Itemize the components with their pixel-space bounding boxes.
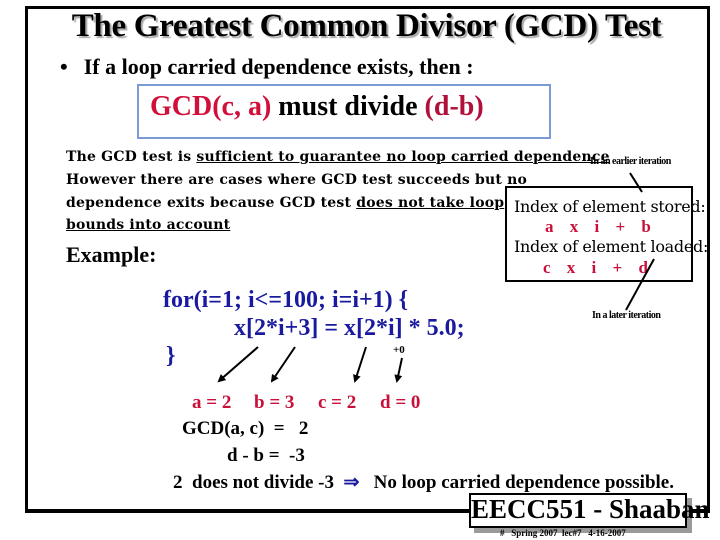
difference-result: d - b = -3: [227, 445, 305, 466]
value-b: b = 3: [254, 392, 295, 413]
gcd-rule-rhs: (d-b): [424, 91, 484, 122]
conclusion-line: 2 does not divide -3 ⇒ No loop carried d…: [173, 471, 674, 494]
value-d: d = 0: [380, 392, 421, 413]
footer-title: EECC551 - Shaaban: [471, 494, 710, 524]
gcd-rule-verb: must divide: [271, 91, 425, 122]
value-c: c = 2: [318, 392, 357, 413]
paragraph-text: The GCD test is: [66, 149, 197, 165]
conclusion-text: No loop carried dependence possible.: [359, 472, 674, 493]
plus-zero-label: +0: [393, 344, 405, 356]
bullet-text: If a loop carried dependence exists, the…: [83, 54, 474, 79]
loaded-index-expr: c x i + d: [543, 258, 654, 277]
bullet-icon: •: [60, 54, 68, 79]
code-line-3: }: [166, 343, 176, 369]
loaded-index-label: Index of element loaded:: [514, 237, 709, 256]
code-line-1: for(i=1; i<=100; i=i+1) {: [163, 287, 409, 313]
paragraph-line-3: dependence exits because GCD test does n…: [66, 195, 504, 211]
slide-title: The Greatest Common Divisor (GCD) Test: [71, 8, 662, 44]
gcd-rule-lhs: GCD(c, a): [150, 91, 272, 122]
paragraph-text: dependence exits because GCD test: [66, 195, 357, 211]
bullet-point: • If a loop carried dependence exists, th…: [60, 54, 474, 80]
paragraph-line-1: The GCD test is sufficient to guarantee …: [66, 149, 610, 165]
stored-index-expr: a x i + b: [545, 217, 657, 236]
stored-index-label: Index of element stored:: [514, 197, 706, 216]
example-heading: Example:: [66, 242, 157, 267]
gcd-result: GCD(a, c) = 2: [182, 418, 309, 439]
value-a: a = 2: [192, 392, 232, 413]
gcd-rule: GCD(c, a) must divide (d-b): [150, 91, 484, 123]
implies-arrow-icon: ⇒: [343, 472, 360, 493]
paragraph-line-4: bounds into account: [66, 217, 231, 233]
earlier-iteration-label: In an earlier iteration: [590, 156, 671, 167]
paragraph-underlined: sufficient to guarantee no loop carried …: [196, 149, 610, 165]
later-iteration-label: In a later iteration: [592, 310, 661, 321]
code-line-2: x[2*i+3] = x[2*i] * 5.0;: [234, 315, 465, 341]
conclusion-premise: 2 does not divide -3: [173, 472, 344, 493]
paragraph-line-2: However there are cases where GCD test s…: [66, 172, 527, 188]
footer-subtitle: # Spring 2007 lec#7 4-16-2007: [500, 528, 626, 538]
paragraph-underlined: does not take loop: [356, 195, 505, 211]
